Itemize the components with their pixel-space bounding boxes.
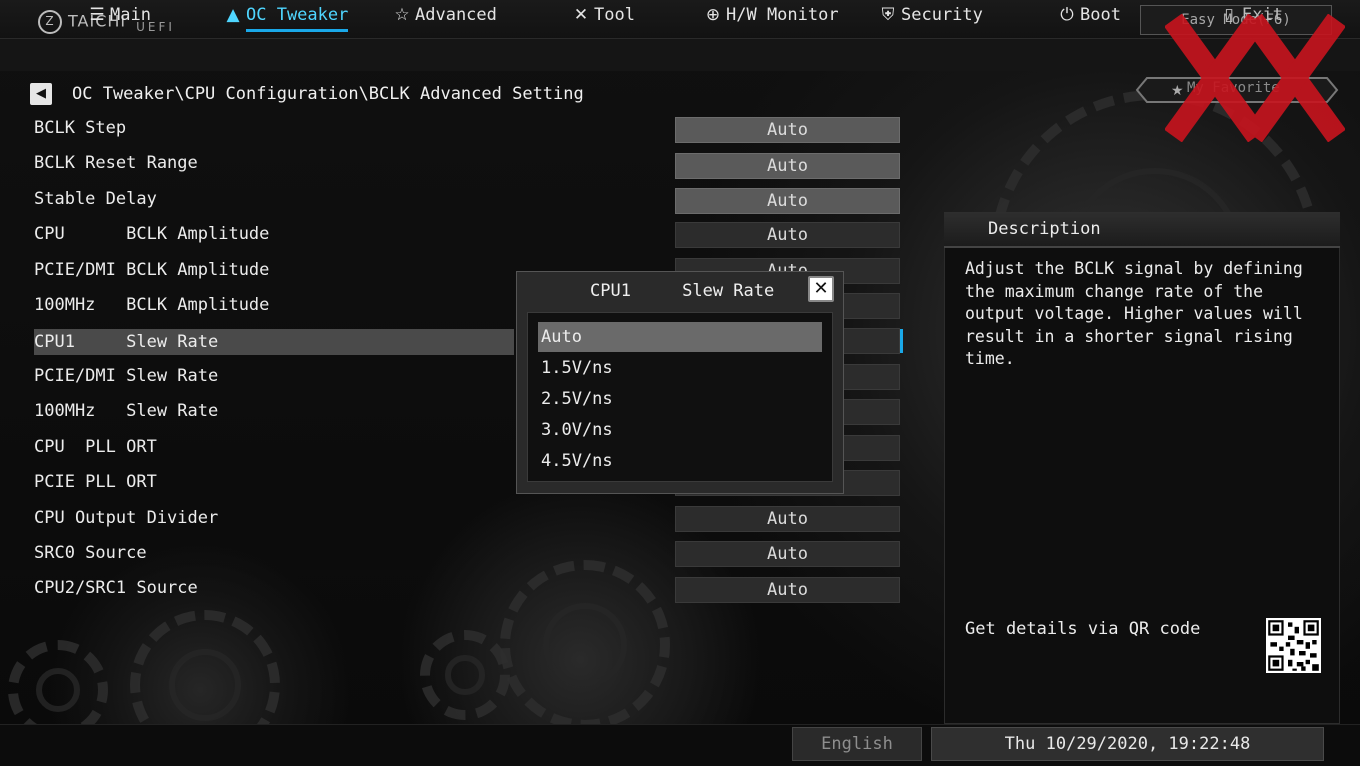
tab-main[interactable]: ☰ Main bbox=[88, 5, 151, 25]
value-src0-source[interactable]: Auto bbox=[675, 541, 900, 567]
popup-option-3-0v[interactable]: 3.0V/ns bbox=[538, 415, 822, 445]
setting-cpu2-src1-source[interactable]: CPU2/SRC1 Source bbox=[34, 578, 198, 604]
red-x-watermark bbox=[1165, 14, 1345, 142]
setting-cpu1-slew-rate[interactable]: CPU1 Slew Rate bbox=[34, 329, 514, 355]
main-nav bbox=[0, 38, 1360, 71]
value-cpu-bclk-amplitude[interactable]: Auto bbox=[675, 222, 900, 248]
value-stable-delay[interactable]: Auto bbox=[675, 188, 900, 214]
setting-cpu-bclk-amplitude[interactable]: CPU BCLK Amplitude bbox=[34, 224, 269, 250]
tab-hw-monitor[interactable]: ⊕ H/W Monitor bbox=[704, 5, 839, 25]
value-cpu-output-divider[interactable]: Auto bbox=[675, 506, 900, 532]
tab-label: Security bbox=[901, 5, 983, 25]
setting-bclk-reset-range[interactable]: BCLK Reset Range bbox=[34, 153, 198, 179]
tab-security[interactable]: ⛨ Security bbox=[879, 5, 983, 25]
back-button[interactable]: ◀ bbox=[30, 83, 52, 105]
tab-label: Main bbox=[110, 5, 151, 25]
setting-cpu-output-divider[interactable]: CPU Output Divider bbox=[34, 508, 218, 534]
tab-tool[interactable]: ✕ Tool bbox=[572, 5, 635, 25]
setting-pcie-pll-ort[interactable]: PCIE PLL ORT bbox=[34, 472, 157, 498]
qr-label: Get details via QR code bbox=[965, 619, 1201, 639]
back-arrow-icon: ◀ bbox=[36, 86, 46, 101]
rocket-icon: ▲ bbox=[226, 5, 240, 25]
value-cpu2-src1-source[interactable]: Auto bbox=[675, 577, 900, 603]
selection-cursor bbox=[900, 329, 903, 353]
setting-stable-delay[interactable]: Stable Delay bbox=[34, 189, 157, 215]
description-text: Adjust the BCLK signal by defining the m… bbox=[965, 259, 1303, 368]
tab-oc-tweaker[interactable]: ▲ OC Tweaker bbox=[224, 5, 349, 32]
tab-label: Advanced bbox=[415, 5, 497, 25]
setting-100mhz-slew-rate[interactable]: 100MHz Slew Rate bbox=[34, 401, 218, 427]
shield-icon: ⛨ bbox=[881, 5, 895, 25]
qr-code-icon[interactable] bbox=[1266, 618, 1321, 673]
popup-close-button[interactable]: ✕ bbox=[808, 276, 834, 302]
star-icon: ☆ bbox=[394, 5, 410, 25]
setting-src0-source[interactable]: SRC0 Source bbox=[34, 543, 147, 569]
setting-bclk-step[interactable]: BCLK Step bbox=[34, 118, 126, 144]
description-header: Description bbox=[944, 212, 1340, 248]
crosshair-icon: ⊕ bbox=[705, 5, 721, 25]
popup-option-4-5v[interactable]: 4.5V/ns bbox=[538, 446, 822, 476]
description-title: Description bbox=[988, 219, 1101, 239]
breadcrumb: OC Tweaker\CPU Configuration\BCLK Advanc… bbox=[72, 84, 584, 104]
tab-advanced[interactable]: ☆ Advanced bbox=[393, 5, 497, 25]
gear-decoration bbox=[500, 560, 670, 730]
tab-label: H/W Monitor bbox=[726, 5, 839, 25]
language-button[interactable]: English bbox=[792, 727, 922, 761]
tab-boot[interactable]: ⏻ Boot bbox=[1058, 5, 1121, 25]
tab-label: Tool bbox=[594, 5, 635, 25]
power-icon: ⏻ bbox=[1060, 5, 1074, 25]
taichi-logo-icon: Z bbox=[38, 10, 62, 34]
popup-option-auto[interactable]: Auto bbox=[538, 322, 822, 352]
date-time-display[interactable]: Thu 10/29/2020, 19:22:48 bbox=[931, 727, 1324, 761]
gear-decoration bbox=[420, 630, 510, 720]
active-tab-underline bbox=[246, 29, 349, 32]
setting-pcie-dmi-slew-rate[interactable]: PCIE/DMI Slew Rate bbox=[34, 366, 218, 392]
list-icon: ☰ bbox=[89, 5, 105, 25]
tab-label: Boot bbox=[1080, 5, 1121, 25]
wrench-icon: ✕ bbox=[573, 5, 589, 25]
popup-option-1-5v[interactable]: 1.5V/ns bbox=[538, 353, 822, 383]
popup-option-2-5v[interactable]: 2.5V/ns bbox=[538, 384, 822, 414]
value-bclk-reset-range[interactable]: Auto bbox=[675, 153, 900, 179]
setting-cpu-pll-ort[interactable]: CPU PLL ORT bbox=[34, 437, 157, 463]
value-bclk-step[interactable]: Auto bbox=[675, 117, 900, 143]
popup-title: CPU1 Slew Rate bbox=[590, 281, 775, 301]
tab-label: OC Tweaker bbox=[246, 5, 349, 25]
setting-100mhz-bclk-amplitude[interactable]: 100MHz BCLK Amplitude bbox=[34, 295, 269, 321]
setting-pcie-dmi-bclk-amplitude[interactable]: PCIE/DMI BCLK Amplitude bbox=[34, 260, 269, 286]
close-icon: ✕ bbox=[813, 278, 829, 299]
